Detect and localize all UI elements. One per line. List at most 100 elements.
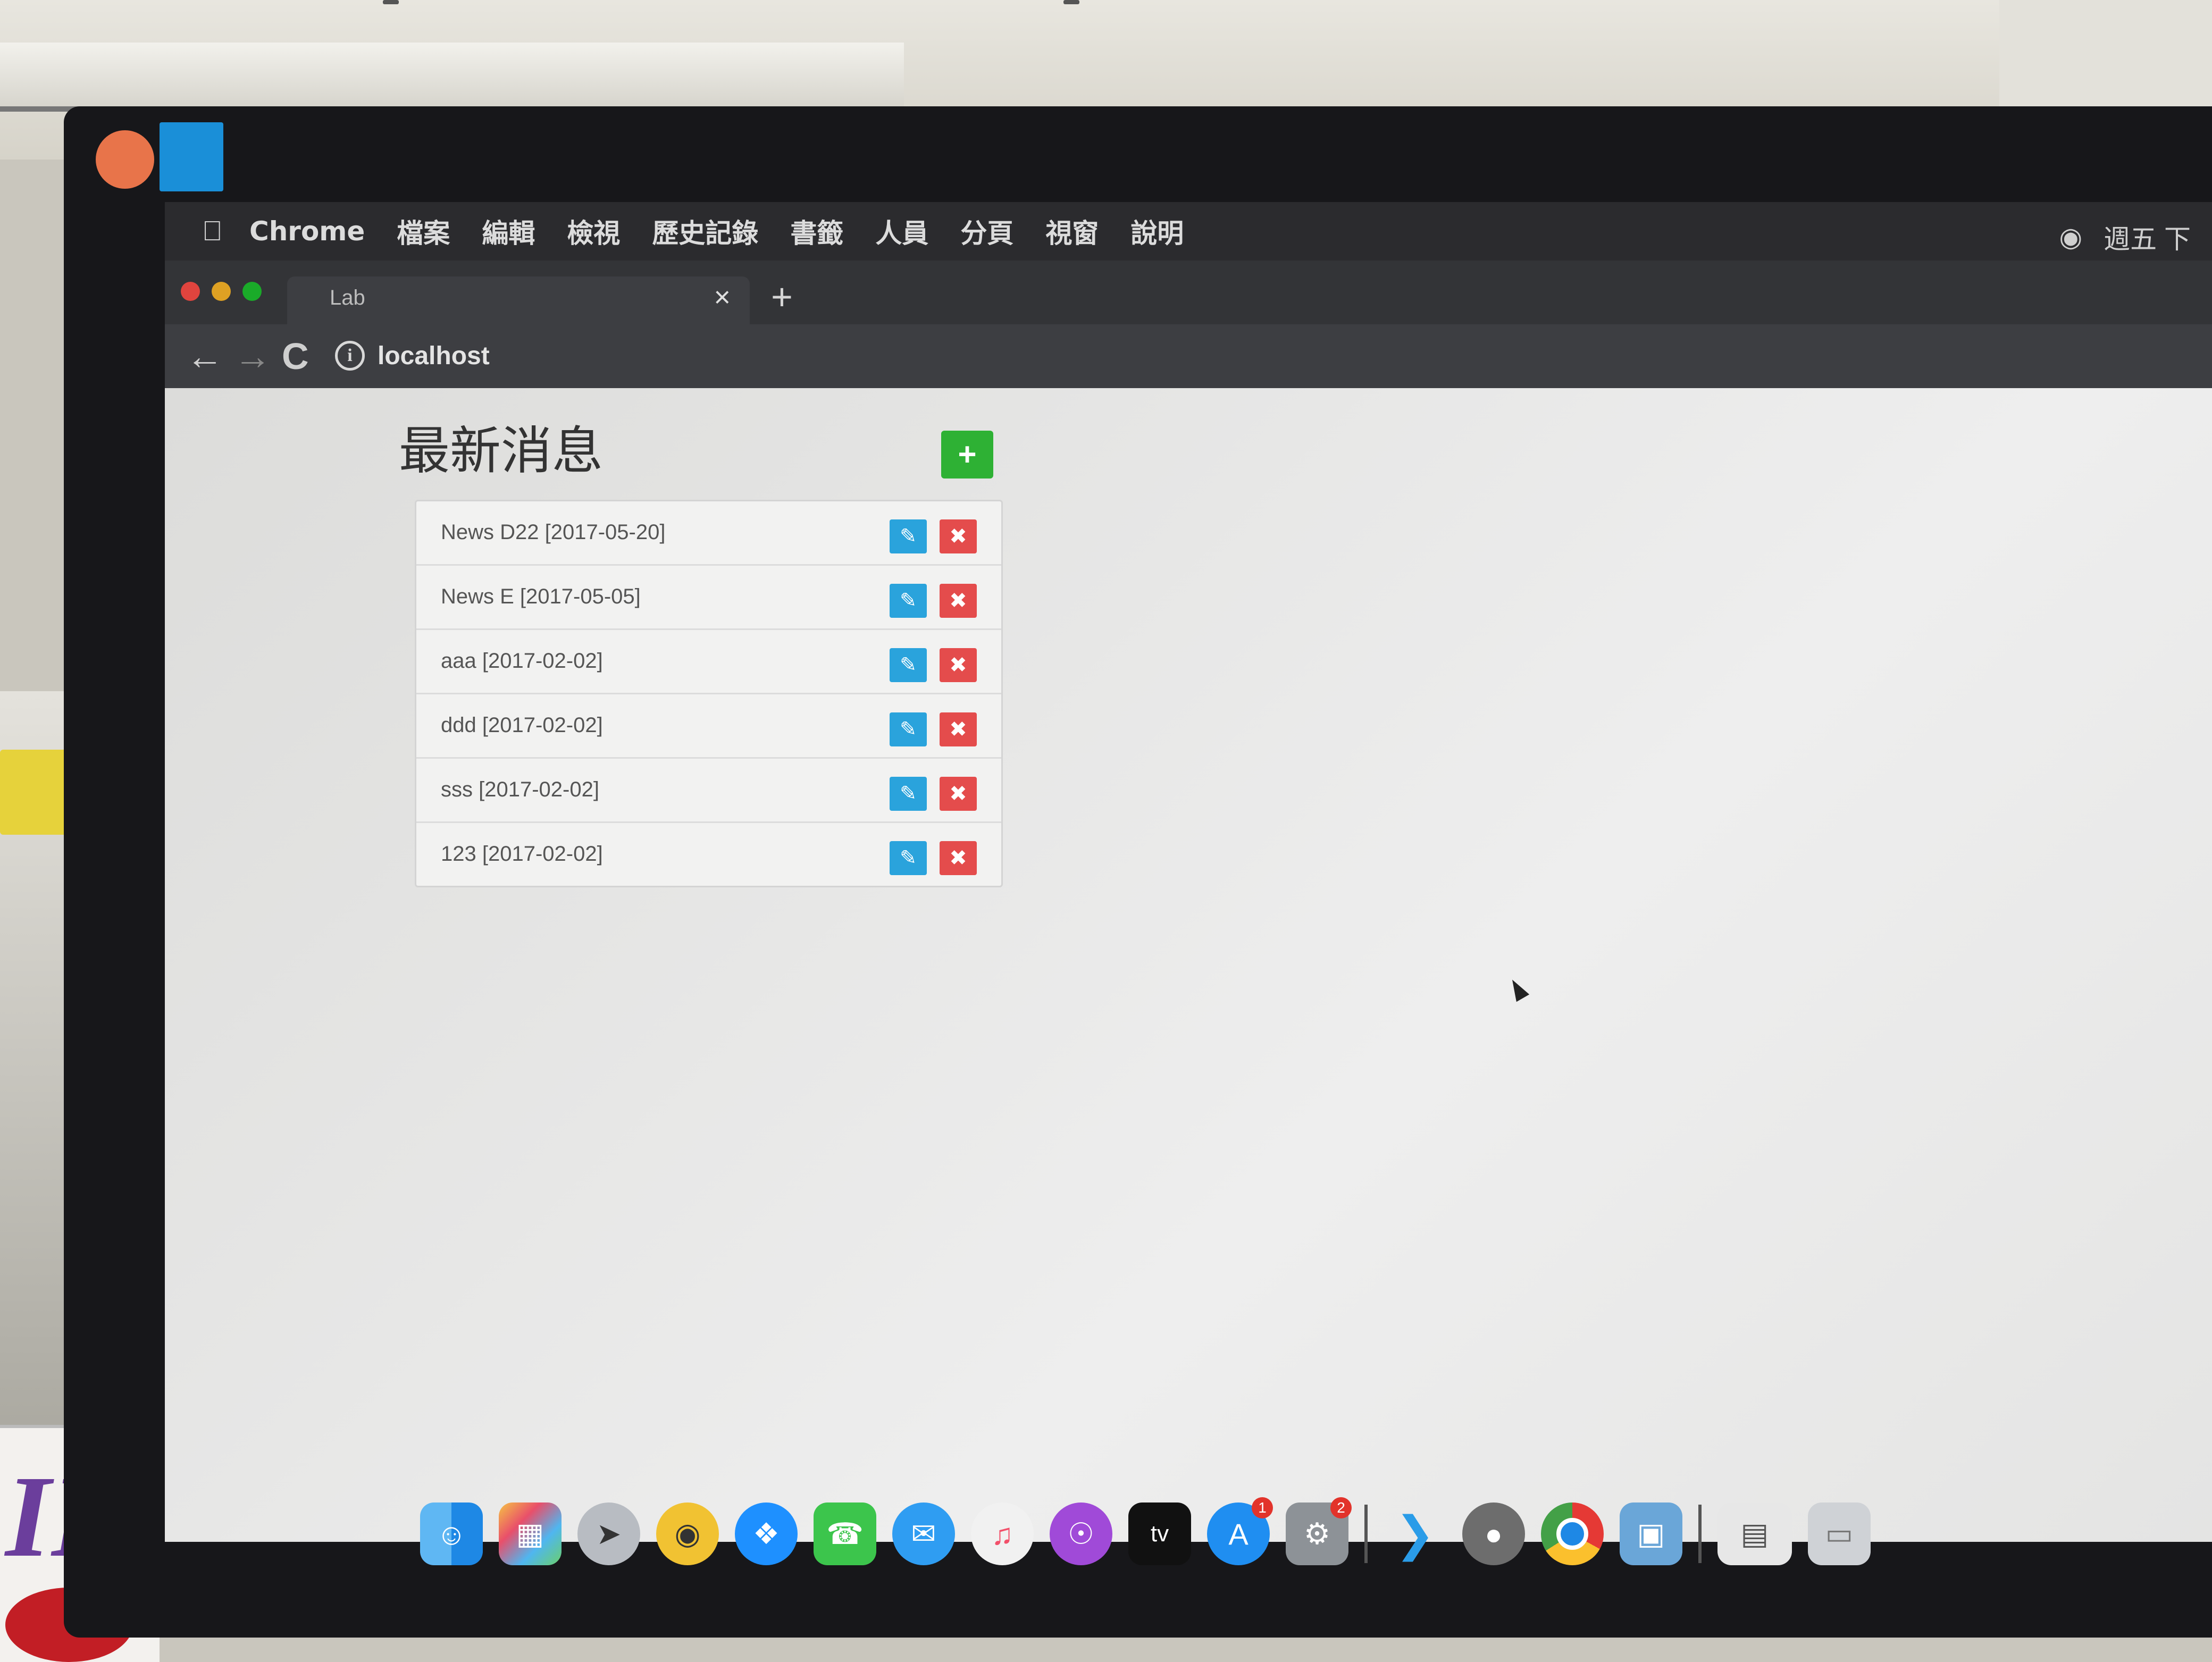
trash-icon[interactable]: ▭ [1808,1502,1871,1565]
list-item: News D22 [2017-05-20] ✎ ✖ [416,501,1001,566]
launchpad-rocket-icon[interactable]: ➤ [577,1502,640,1565]
menu-view[interactable]: 檢視 [567,212,620,250]
tab-close-icon[interactable]: × [714,281,731,314]
ceiling-edge [383,0,399,4]
safari-icon[interactable]: ❖ [735,1502,798,1565]
page-title: 最新消息 [399,421,603,481]
browser-toolbar: ← → C i localhost [165,324,2212,388]
ceiling-edge [1063,0,1079,4]
chrome-icon[interactable] [1541,1502,1604,1565]
app-store-badge: 1 [1252,1497,1273,1518]
virtualbox-icon[interactable]: ▣ [1620,1502,1682,1565]
downloads-folder-icon[interactable]: ▤ [1717,1502,1792,1565]
finder-icon[interactable]: ☺ [420,1502,483,1565]
settings-badge: 2 [1330,1497,1352,1518]
back-button[interactable]: ← [186,335,223,377]
list-item: News E [2017-05-05] ✎ ✖ [416,566,1001,630]
delete-button[interactable]: ✖ [940,519,977,553]
close-icon: ✖ [949,782,967,805]
edit-button[interactable]: ✎ [890,648,927,682]
news-label: sss [2017-02-02] [441,778,599,801]
dock-separator [1698,1505,1702,1563]
edit-button[interactable]: ✎ [890,777,927,811]
menu-tab[interactable]: 分頁 [960,212,1013,250]
edit-button[interactable]: ✎ [890,712,927,746]
wifi-icon[interactable]: ◉ [2059,222,2082,253]
list-item: sss [2017-02-02] ✎ ✖ [416,759,1001,823]
music-icon[interactable]: ♫ [971,1502,1034,1565]
menu-bookmarks[interactable]: 書籤 [790,212,843,250]
projector-screen [0,43,904,112]
pencil-icon: ✎ [900,525,917,548]
system-preferences-icon[interactable]: ⚙ 2 [1286,1497,1352,1565]
pencil-icon: ✎ [900,718,917,741]
address-bar[interactable]: i localhost [335,332,2143,380]
apple-icon[interactable]:  [202,215,223,247]
close-icon: ✖ [949,525,967,548]
pencil-icon: ✎ [900,783,917,805]
facetime-icon[interactable]: ☎ [814,1502,876,1565]
info-icon[interactable]: i [335,341,365,371]
close-window-button[interactable] [181,282,200,301]
news-list: News D22 [2017-05-20] ✎ ✖ News E [2017-0… [415,500,1003,887]
minimize-window-button[interactable] [212,282,231,301]
tab-lab[interactable]: Lab × [287,276,750,324]
mouse-cursor [1505,976,1530,1002]
menubar-status: ◉ 週五 下 [2059,218,2191,256]
new-tab-button[interactable]: + [771,275,793,318]
url-text[interactable]: localhost [378,341,490,371]
page-content: 最新消息 + News D22 [2017-05-20] ✎ ✖ News E … [165,388,2212,1542]
launchpad-apps-icon[interactable]: ▦ [499,1502,562,1565]
messages-icon[interactable]: ✉ [892,1502,955,1565]
add-news-button[interactable]: + [941,431,993,479]
keychain-lock-icon[interactable]: ◉ [656,1502,719,1565]
list-item: 123 [2017-02-02] ✎ ✖ [416,823,1001,886]
dock-separator [1364,1505,1368,1563]
menu-help[interactable]: 說明 [1130,212,1184,250]
forward-button[interactable]: → [234,335,271,377]
close-icon: ✖ [949,653,967,677]
pencil-icon: ✎ [900,654,917,676]
menubar:  Chrome 檔案 編輯 檢視 歷史記錄 書籤 人員 分頁 視窗 說明 ◉ … [165,202,2212,261]
reload-button[interactable]: C [282,335,309,377]
menu-history[interactable]: 歷史記錄 [652,212,758,250]
tableplus-elephant-icon[interactable]: ● [1462,1502,1525,1565]
news-label: News D22 [2017-05-20] [441,521,666,544]
tab-title: Lab [330,286,365,309]
energy-star-logo [160,122,223,191]
delete-button[interactable]: ✖ [940,777,977,811]
close-icon: ✖ [949,718,967,741]
podcasts-icon[interactable]: ☉ [1050,1502,1112,1565]
menu-window[interactable]: 視窗 [1045,212,1099,250]
delete-button[interactable]: ✖ [940,584,977,618]
list-item: aaa [2017-02-02] ✎ ✖ [416,630,1001,694]
menu-chrome[interactable]: Chrome [249,216,365,247]
news-label: ddd [2017-02-02] [441,714,603,737]
close-icon: ✖ [949,589,967,612]
monitor-sticker [96,130,154,189]
delete-button[interactable]: ✖ [940,841,977,875]
menu-people[interactable]: 人員 [875,212,928,250]
delete-button[interactable]: ✖ [940,648,977,682]
menu-edit[interactable]: 編輯 [482,212,535,250]
news-label: aaa [2017-02-02] [441,649,603,673]
delete-button[interactable]: ✖ [940,712,977,746]
vscode-icon[interactable]: ❯ [1384,1502,1446,1565]
app-store-icon[interactable]: A1 [1207,1497,1273,1565]
menubar-clock[interactable]: 週五 下 [2104,218,2191,256]
menu-file[interactable]: 檔案 [397,212,450,250]
pencil-icon: ✎ [900,847,917,869]
tab-bar: Lab × + [165,261,2212,324]
edit-button[interactable]: ✎ [890,584,927,618]
pencil-icon: ✎ [900,590,917,612]
news-label: 123 [2017-02-02] [441,842,603,866]
edit-button[interactable]: ✎ [890,519,927,553]
close-icon: ✖ [949,846,967,870]
apple-tv-icon[interactable]: tv [1128,1502,1191,1565]
tv-label: tv [1150,1521,1169,1547]
list-item: ddd [2017-02-02] ✎ ✖ [416,694,1001,759]
zoom-window-button[interactable] [242,282,262,301]
edit-button[interactable]: ✎ [890,841,927,875]
news-label: News E [2017-05-05] [441,585,641,608]
screen:  Chrome 檔案 編輯 檢視 歷史記錄 書籤 人員 分頁 視窗 說明 ◉ … [165,202,2212,1542]
